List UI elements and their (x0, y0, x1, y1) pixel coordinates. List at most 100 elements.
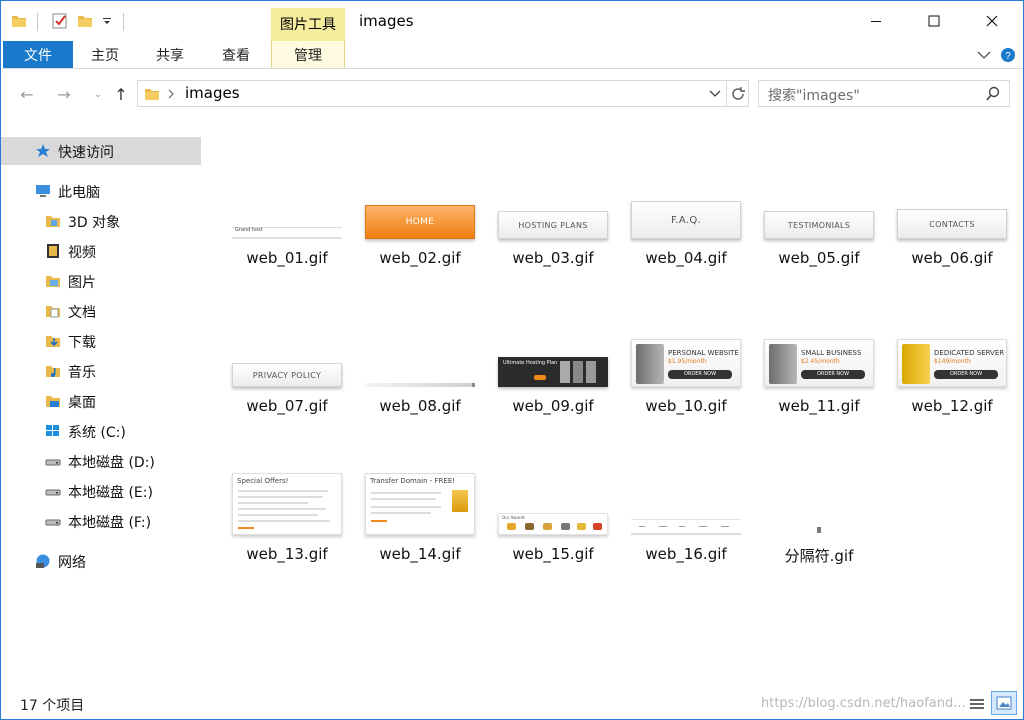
file-item[interactable]: CONTACTS web_06.gif (890, 119, 1014, 267)
file-item[interactable]: PERSONAL WEBSITE $1.95/month ORDER NOW we… (624, 267, 748, 415)
close-button[interactable] (969, 1, 1015, 41)
search-input[interactable]: 搜索"images" (768, 85, 860, 105)
pictures-icon (46, 276, 60, 287)
file-name: web_07.gif (246, 397, 328, 415)
minimize-button[interactable] (853, 1, 899, 41)
back-button[interactable]: ← (16, 83, 38, 105)
address-dropdown-icon (709, 90, 721, 97)
file-name: web_06.gif (911, 249, 993, 267)
recent-locations-button[interactable]: ⌄ (87, 83, 109, 105)
customize-toolbar-icon[interactable] (101, 11, 113, 31)
tab-share[interactable]: 共享 (141, 41, 199, 68)
thumbnail: Our Awards (496, 415, 610, 535)
thumbnail: PERSONAL WEBSITE $1.95/month ORDER NOW (629, 267, 743, 387)
search-box[interactable]: 搜索"images" (758, 80, 1010, 107)
windows-drive-icon (46, 425, 59, 436)
file-name: web_16.gif (645, 545, 727, 563)
sidebar-item-label: 音乐 (68, 365, 96, 381)
sidebar-item-desktop[interactable]: 桌面 (1, 387, 201, 415)
file-item[interactable]: PRIVACY POLICY web_07.gif (225, 267, 349, 415)
tab-file[interactable]: 文件 (3, 41, 73, 68)
network-icon (36, 554, 50, 568)
sidebar-item-network[interactable]: 网络 (1, 547, 201, 575)
file-item[interactable]: 分隔符.gif (757, 415, 881, 565)
sidebar-item-videos[interactable]: 视频 (1, 237, 201, 265)
star-icon (36, 144, 50, 157)
tab-view[interactable]: 查看 (207, 41, 265, 68)
maximize-icon (928, 15, 940, 27)
tab-manage[interactable]: 管理 (271, 41, 345, 68)
sidebar-item-drive-f[interactable]: 本地磁盘 (F:) (1, 507, 201, 535)
sidebar-item-documents[interactable]: 文档 (1, 297, 201, 325)
file-item[interactable]: SMALL BUSINESS $2.45/month ORDER NOW web_… (757, 267, 881, 415)
sidebar-item-this-pc[interactable]: 此电脑 (1, 177, 201, 205)
file-name: 分隔符.gif (784, 547, 854, 565)
file-item[interactable]: Grand host web_01.gif (225, 119, 349, 267)
thumbnail: CONTACTS (895, 119, 1009, 239)
file-name: web_01.gif (246, 249, 328, 267)
details-view-button[interactable] (966, 693, 988, 715)
thumbnail (762, 415, 876, 535)
arrow-left-icon: ← (20, 84, 34, 104)
up-button[interactable]: ↑ (110, 83, 132, 105)
breadcrumb-images[interactable]: images (185, 84, 240, 102)
file-item[interactable]: DEDICATED SERVER $149/month ORDER NOW web… (890, 267, 1014, 415)
sidebar-item-music[interactable]: 音乐 (1, 357, 201, 385)
chevron-down-icon: ⌄ (93, 88, 103, 100)
file-item[interactable]: Our Awards web_15.gif (491, 415, 615, 563)
sidebar-item-label: 下载 (68, 335, 96, 351)
item-count: 17 个项目 (20, 698, 85, 714)
thumbnail: DEDICATED SERVER $149/month ORDER NOW (895, 267, 1009, 387)
file-item[interactable]: HOME web_02.gif (358, 119, 482, 267)
navigation-pane: 快速访问 此电脑 3D 对象 视频 图片 文档 下载 音乐 桌面 系统 (C:)… (1, 119, 201, 689)
forward-button[interactable]: → (53, 83, 75, 105)
status-bar: 17 个项目 https://blog.csdn.net/haofand... (1, 689, 1023, 719)
folder-icon (145, 89, 159, 100)
sidebar-item-label: 快速访问 (58, 145, 114, 161)
file-item[interactable]: Ultimate Hosting Plan web_09.gif (491, 267, 615, 415)
video-icon (47, 244, 59, 258)
minimize-icon (871, 21, 881, 22)
sidebar-item-downloads[interactable]: 下载 (1, 327, 201, 355)
folder-icon (11, 11, 27, 31)
sidebar-item-drive-d[interactable]: 本地磁盘 (D:) (1, 447, 201, 475)
sidebar-item-drive-e[interactable]: 本地磁盘 (E:) (1, 477, 201, 505)
sidebar-item-3d-objects[interactable]: 3D 对象 (1, 207, 201, 235)
sidebar-item-label: 本地磁盘 (F:) (68, 515, 152, 531)
thumbnail (363, 267, 477, 387)
file-list: Grand host web_01.gif HOME web_02.gif HO… (201, 119, 1023, 689)
large-icons-view-icon (996, 696, 1012, 710)
maximize-button[interactable] (911, 1, 957, 41)
thumbnail: Special Offers! (230, 415, 344, 535)
address-bar[interactable]: images (137, 80, 749, 107)
properties-icon[interactable] (51, 11, 69, 31)
help-button[interactable]: ? (997, 41, 1019, 68)
sidebar-item-label: 本地磁盘 (D:) (68, 455, 155, 471)
file-name: web_08.gif (379, 397, 461, 415)
sidebar-item-label: 此电脑 (58, 185, 100, 201)
chevron-down-icon (977, 51, 991, 59)
new-folder-icon[interactable] (77, 11, 93, 31)
computer-icon (36, 185, 50, 197)
file-item[interactable]: web_16.gif (624, 415, 748, 563)
thumbnail (629, 415, 743, 535)
window-title: images (359, 12, 414, 30)
sidebar-item-label: 网络 (58, 555, 86, 571)
thumbnail: PRIVACY POLICY (230, 267, 344, 387)
sidebar-item-pictures[interactable]: 图片 (1, 267, 201, 295)
sidebar-item-drive-c[interactable]: 系统 (C:) (1, 417, 201, 445)
file-item[interactable]: Transfer Domain - FREE! web_14.gif (358, 415, 482, 563)
sidebar-item-label: 图片 (68, 275, 96, 291)
large-icons-view-button[interactable] (991, 691, 1017, 715)
file-item[interactable]: TESTIMONIALS web_05.gif (757, 119, 881, 267)
file-item[interactable]: Special Offers! web_13.gif (225, 415, 349, 563)
file-item[interactable]: F.A.Q. web_04.gif (624, 119, 748, 267)
sidebar-item-quick-access[interactable]: 快速访问 (1, 137, 201, 165)
file-item[interactable]: HOSTING PLANS web_03.gif (491, 119, 615, 267)
documents-icon (46, 306, 60, 318)
file-item[interactable]: web_08.gif (358, 267, 482, 415)
tab-home[interactable]: 主页 (77, 41, 133, 68)
drive-icon (45, 489, 61, 496)
ribbon-expand-button[interactable] (971, 41, 997, 68)
file-name: web_14.gif (379, 545, 461, 563)
